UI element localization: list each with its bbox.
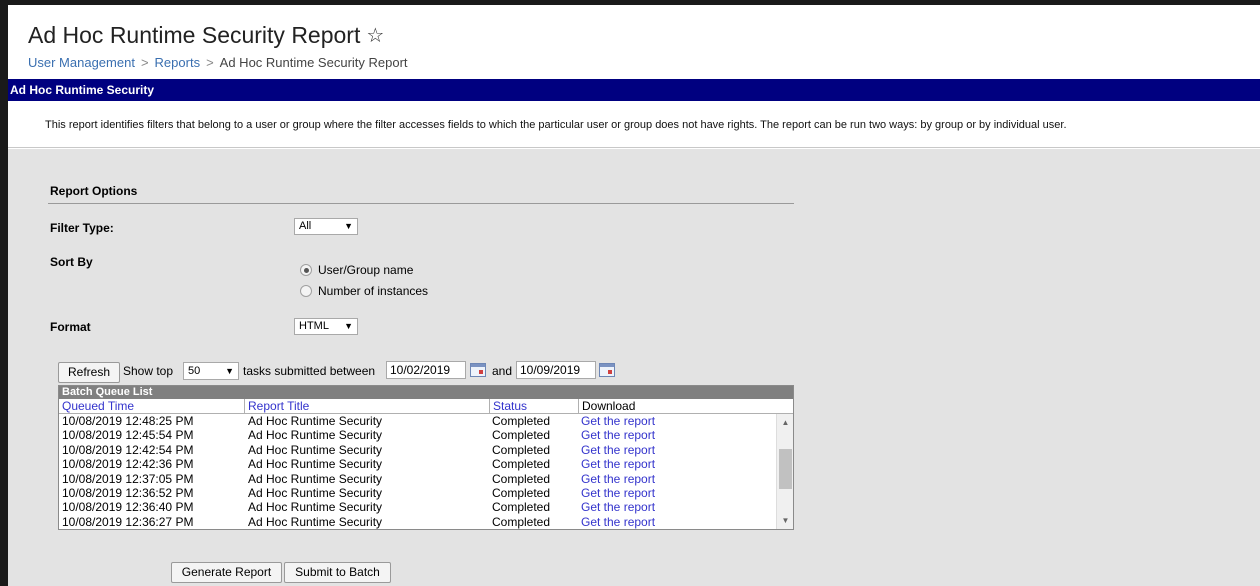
row-queued-time: 10/08/2019 12:36:52 PM (62, 485, 194, 500)
row-report-title: Ad Hoc Runtime Security (248, 514, 383, 529)
column-header-status[interactable]: Status (489, 399, 578, 414)
report-options-title: Report Options (50, 184, 138, 198)
row-report-title: Ad Hoc Runtime Security (248, 471, 383, 486)
batch-queue-title: Batch Queue List (59, 386, 793, 399)
row-queued-time: 10/08/2019 12:45:54 PM (62, 428, 194, 443)
row-status: Completed (492, 471, 551, 486)
sort-option-label: User/Group name (318, 263, 414, 277)
breadcrumb-current: Ad Hoc Runtime Security Report (219, 55, 408, 70)
row-download-link[interactable]: Get the report (581, 515, 655, 529)
page-title: Ad Hoc Runtime Security Report ☆ (28, 22, 384, 49)
page-header: Ad Hoc Runtime Security Report ☆ User Man… (8, 5, 1260, 79)
chevron-down-icon: ▼ (344, 221, 353, 231)
filter-type-value: All (299, 220, 312, 232)
row-status: Completed (492, 457, 551, 472)
section-divider (48, 203, 794, 204)
end-date-input[interactable]: 10/09/2019 (516, 361, 596, 379)
chevron-down-icon: ▼ (225, 366, 234, 376)
show-top-label: Show top (123, 364, 174, 378)
row-queued-time: 10/08/2019 12:37:05 PM (62, 471, 194, 486)
row-report-title: Ad Hoc Runtime Security (248, 414, 383, 428)
row-status: Completed (492, 414, 551, 428)
row-download-link[interactable]: Get the report (581, 428, 655, 442)
row-status: Completed (492, 485, 551, 500)
batch-queue-rows: 10/08/2019 12:48:25 PM Ad Hoc Runtime Sec… (59, 414, 793, 529)
scrollbar-thumb[interactable] (779, 449, 792, 489)
report-description: This report identifies filters that belo… (45, 119, 1067, 131)
column-header-download: Download (578, 399, 795, 414)
row-queued-time: 10/08/2019 12:36:40 PM (62, 500, 194, 515)
row-download-link[interactable]: Get the report (581, 486, 655, 500)
and-label: and (492, 364, 513, 378)
table-row: 10/08/2019 12:36:52 PM Ad Hoc Runtime Sec… (59, 486, 793, 500)
scroll-up-icon[interactable]: ▲ (777, 414, 793, 431)
row-download-link[interactable]: Get the report (581, 500, 655, 514)
star-icon[interactable]: ☆ (366, 23, 384, 48)
scroll-down-icon[interactable]: ▼ (777, 512, 793, 529)
submit-to-batch-button[interactable]: Submit to Batch (284, 562, 391, 583)
generate-report-button[interactable]: Generate Report (171, 562, 282, 583)
row-report-title: Ad Hoc Runtime Security (248, 442, 383, 457)
row-download-link[interactable]: Get the report (581, 443, 655, 457)
scrollbar[interactable]: ▲ ▼ (776, 414, 793, 529)
start-date-input[interactable]: 10/02/2019 (386, 361, 466, 379)
sort-option-label: Number of instances (318, 284, 429, 298)
table-row: 10/08/2019 12:37:05 PM Ad Hoc Runtime Sec… (59, 472, 793, 486)
refresh-button[interactable]: Refresh (58, 362, 120, 383)
calendar-icon[interactable] (470, 363, 486, 377)
breadcrumb-user-management[interactable]: User Management (28, 55, 135, 70)
sort-by-instances-radio[interactable]: Number of instances (300, 284, 428, 298)
filter-type-label: Filter Type: (50, 221, 114, 235)
table-row: 10/08/2019 12:42:36 PM Ad Hoc Runtime Sec… (59, 457, 793, 471)
batch-queue-header: Queued Time Report Title Status Download (59, 399, 793, 414)
chevron-down-icon: ▼ (344, 321, 353, 331)
breadcrumb-separator: > (140, 55, 149, 70)
row-status: Completed (492, 428, 551, 443)
row-queued-time: 10/08/2019 12:42:54 PM (62, 442, 194, 457)
show-top-select[interactable]: 50 ▼ (183, 362, 239, 380)
table-row: 10/08/2019 12:45:54 PM Ad Hoc Runtime Sec… (59, 428, 793, 442)
section-banner: Ad Hoc Runtime Security (8, 79, 1260, 101)
row-download-link[interactable]: Get the report (581, 472, 655, 486)
table-row: 10/08/2019 12:48:25 PM Ad Hoc Runtime Sec… (59, 414, 793, 428)
page-content: Ad Hoc Runtime Security Report ☆ User Man… (8, 5, 1260, 586)
row-queued-time: 10/08/2019 12:48:25 PM (62, 414, 194, 428)
row-status: Completed (492, 514, 551, 529)
row-report-title: Ad Hoc Runtime Security (248, 485, 383, 500)
row-download-link[interactable]: Get the report (581, 457, 655, 471)
calendar-icon[interactable] (599, 363, 615, 377)
show-top-value: 50 (188, 365, 201, 377)
row-report-title: Ad Hoc Runtime Security (248, 457, 383, 472)
table-row: 10/08/2019 12:36:27 PM Ad Hoc Runtime Sec… (59, 515, 793, 529)
row-status: Completed (492, 500, 551, 515)
window-frame-left (0, 0, 8, 586)
batch-queue-list: Batch Queue List Queued Time Report Titl… (58, 385, 794, 530)
row-queued-time: 10/08/2019 12:36:27 PM (62, 514, 194, 529)
report-form-panel: Report Options Filter Type: All ▼ Sort B… (8, 149, 1260, 586)
breadcrumb-separator: > (206, 55, 214, 70)
format-value: HTML (299, 320, 329, 332)
row-queued-time: 10/08/2019 12:42:36 PM (62, 457, 194, 472)
format-label: Format (50, 320, 91, 334)
sort-by-user-group-radio[interactable]: User/Group name (300, 263, 413, 277)
filter-type-select[interactable]: All ▼ (294, 218, 358, 235)
format-select[interactable]: HTML ▼ (294, 318, 358, 335)
column-header-report-title[interactable]: Report Title (244, 399, 489, 414)
table-row: 10/08/2019 12:36:40 PM Ad Hoc Runtime Sec… (59, 500, 793, 514)
row-download-link[interactable]: Get the report (581, 414, 655, 428)
submitted-between-label: tasks submitted between (243, 364, 376, 378)
breadcrumb-reports[interactable]: Reports (155, 55, 201, 70)
page-title-text: Ad Hoc Runtime Security Report (28, 22, 361, 48)
breadcrumb: User Management > Reports > Ad Hoc Runtime S… (28, 55, 408, 70)
sort-by-label: Sort By (50, 255, 93, 269)
row-report-title: Ad Hoc Runtime Security (248, 500, 383, 515)
description-area: This report identifies filters that belo… (8, 101, 1260, 148)
table-row: 10/08/2019 12:42:54 PM Ad Hoc Runtime Sec… (59, 443, 793, 457)
row-status: Completed (492, 442, 551, 457)
row-report-title: Ad Hoc Runtime Security (248, 428, 383, 443)
column-header-queued-time[interactable]: Queued Time (59, 399, 244, 414)
radio-selected-icon (300, 264, 312, 276)
radio-unselected-icon (300, 285, 312, 297)
